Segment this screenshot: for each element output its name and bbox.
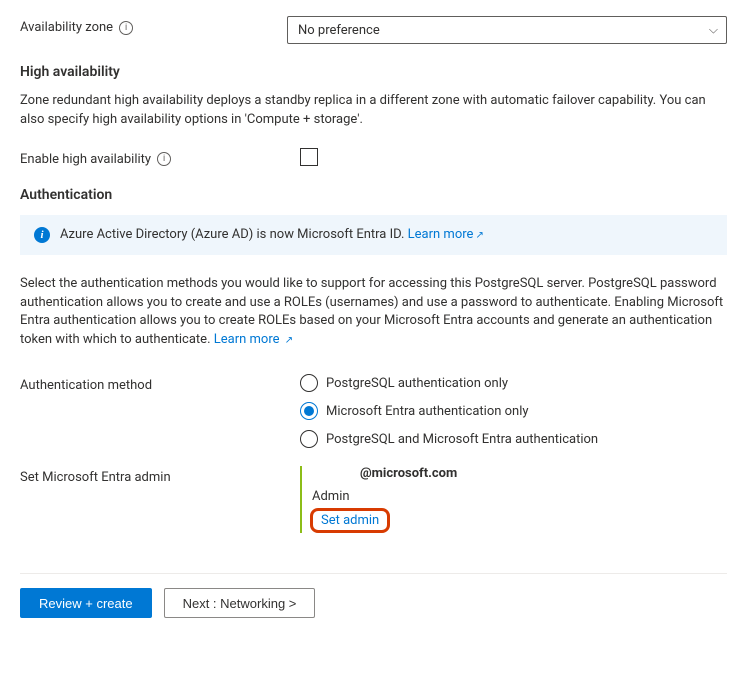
review-create-button[interactable]: Review + create bbox=[20, 588, 152, 618]
info-icon[interactable]: i bbox=[119, 21, 133, 35]
radio-icon bbox=[300, 374, 318, 392]
external-link-icon: ↗ bbox=[475, 230, 483, 241]
info-banner: i Azure Active Directory (Azure AD) is n… bbox=[20, 215, 727, 255]
admin-block: @microsoft.com Admin Set admin bbox=[300, 466, 727, 533]
authentication-description: Select the authentication methods you wo… bbox=[20, 275, 727, 350]
chevron-down-icon: ⌵ bbox=[709, 23, 718, 38]
next-networking-button[interactable]: Next : Networking > bbox=[164, 588, 316, 618]
availability-zone-label: Availability zone bbox=[20, 20, 113, 35]
info-filled-icon: i bbox=[34, 227, 50, 243]
set-admin-label: Set Microsoft Entra admin bbox=[20, 470, 171, 485]
set-admin-highlight: Set admin bbox=[310, 508, 390, 533]
radio-icon bbox=[300, 430, 318, 448]
enable-ha-checkbox[interactable] bbox=[300, 148, 318, 166]
radio-icon bbox=[300, 402, 318, 420]
enable-ha-label: Enable high availability bbox=[20, 152, 151, 167]
info-icon[interactable]: i bbox=[157, 152, 171, 166]
availability-zone-value: No preference bbox=[298, 23, 380, 38]
authentication-heading: Authentication bbox=[20, 187, 727, 203]
auth-learn-more-link[interactable]: Learn more ↗ bbox=[214, 332, 293, 347]
high-availability-description: Zone redundant high availability deploys… bbox=[20, 92, 727, 130]
admin-email: @microsoft.com bbox=[360, 466, 727, 481]
auth-method-label: Authentication method bbox=[20, 378, 152, 393]
radio-label: Microsoft Entra authentication only bbox=[326, 404, 529, 419]
external-link-icon: ↗ bbox=[285, 335, 293, 346]
radio-label: PostgreSQL and Microsoft Entra authentic… bbox=[326, 432, 598, 447]
wizard-footer: Review + create Next : Networking > bbox=[20, 573, 727, 632]
radio-label: PostgreSQL authentication only bbox=[326, 376, 508, 391]
set-admin-link[interactable]: Set admin bbox=[321, 513, 379, 528]
radio-entra-only[interactable]: Microsoft Entra authentication only bbox=[300, 402, 727, 420]
admin-role: Admin bbox=[310, 489, 727, 504]
banner-text: Azure Active Directory (Azure AD) is now… bbox=[60, 227, 408, 242]
availability-zone-select[interactable]: No preference ⌵ bbox=[287, 16, 727, 44]
high-availability-heading: High availability bbox=[20, 64, 727, 80]
banner-learn-more-link[interactable]: Learn more↗ bbox=[408, 227, 484, 242]
radio-postgresql-only[interactable]: PostgreSQL authentication only bbox=[300, 374, 727, 392]
auth-method-radio-group: PostgreSQL authentication only Microsoft… bbox=[300, 374, 727, 448]
radio-both[interactable]: PostgreSQL and Microsoft Entra authentic… bbox=[300, 430, 727, 448]
